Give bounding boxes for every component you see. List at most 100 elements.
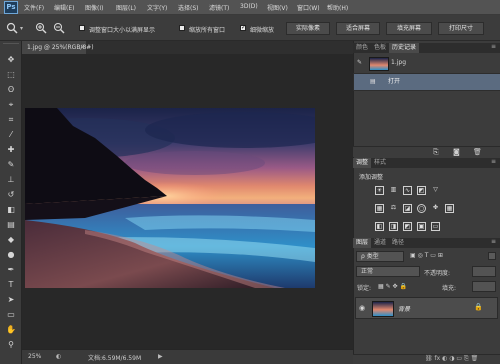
layer-filter-toggle[interactable] xyxy=(488,252,496,260)
resize-windows-checkbox[interactable] xyxy=(79,25,85,31)
fit-screen-button[interactable]: 适合屏幕 xyxy=(336,22,380,35)
black-white-icon[interactable]: ◪ xyxy=(403,204,412,213)
delete-state-icon[interactable]: 🗑 xyxy=(473,148,482,156)
tab-swatches[interactable]: 色板 xyxy=(371,43,389,53)
levels-icon[interactable]: ▥ xyxy=(389,186,398,195)
history-brush-tool-icon[interactable]: ↺ xyxy=(4,190,18,199)
layer-row-background[interactable]: ◉ 背景 🔒 xyxy=(355,297,498,319)
channel-mixer-icon[interactable]: ✤ xyxy=(431,204,440,213)
crop-tool-icon[interactable]: ⌗ xyxy=(4,115,18,124)
color-lookup-icon[interactable]: ▦ xyxy=(445,204,454,213)
move-tool-icon[interactable]: ✥ xyxy=(4,55,18,64)
dodge-tool-icon[interactable]: ● xyxy=(4,250,18,259)
document-tab[interactable]: 1.jpg @ 25%(RGB/8#) × xyxy=(22,41,94,54)
exposure-icon[interactable]: ◩ xyxy=(417,186,426,195)
opacity-field[interactable] xyxy=(472,266,496,277)
new-snapshot-icon[interactable]: ◙ xyxy=(453,148,460,156)
hand-tool-icon[interactable]: ✋ xyxy=(4,325,18,334)
color-balance-icon[interactable]: ⚖ xyxy=(389,204,398,213)
history-snapshot-row[interactable]: ✎ 1.jpg xyxy=(353,55,500,71)
brightness-contrast-icon[interactable]: ☀ xyxy=(375,186,384,195)
document-image[interactable] xyxy=(25,108,315,288)
layer-name[interactable]: 背景 xyxy=(398,304,410,313)
path-selection-tool-icon[interactable]: ➤ xyxy=(4,295,18,304)
tool-preset-chevron-icon[interactable]: ▾ xyxy=(20,25,23,32)
pen-tool-icon[interactable]: ✒ xyxy=(4,265,18,274)
tab-paths[interactable]: 路径 xyxy=(389,238,407,248)
actual-pixels-button[interactable]: 实际像素 xyxy=(286,22,330,35)
invert-icon[interactable]: ◧ xyxy=(375,222,384,231)
layer-visibility-eye-icon[interactable]: ◉ xyxy=(359,304,365,312)
tab-layers[interactable]: 图层 xyxy=(353,238,372,248)
marquee-tool-icon[interactable]: ⬚ xyxy=(4,70,18,79)
options-bar: ▾ 调整窗口大小以满屏显示 缩放所有窗口 ✓ 细微缩放 实际像素 适合屏幕 填充… xyxy=(0,15,500,41)
zoom-out-icon[interactable] xyxy=(53,22,65,34)
quick-select-tool-icon[interactable]: ⌖ xyxy=(4,100,18,109)
blend-mode-select[interactable]: 正常 xyxy=(356,266,420,277)
tab-styles[interactable]: 样式 xyxy=(371,158,389,168)
gradient-map-icon[interactable]: ▭ xyxy=(431,222,440,231)
photo-filter-icon[interactable]: ○ xyxy=(417,204,426,213)
eraser-tool-icon[interactable]: ◧ xyxy=(4,205,18,214)
close-document-icon[interactable]: × xyxy=(80,41,85,54)
selective-color-icon[interactable]: ▣ xyxy=(417,222,426,231)
new-document-from-state-icon[interactable]: ⎘ xyxy=(433,148,439,157)
zoom-all-windows-checkbox[interactable] xyxy=(179,25,185,31)
status-info-icon[interactable]: ◐ xyxy=(56,353,61,360)
snapshot-name: 1.jpg xyxy=(391,59,407,66)
menu-edit[interactable]: 编辑(E) xyxy=(54,3,74,12)
menu-help[interactable]: 帮助(H) xyxy=(327,3,348,12)
eyedropper-tool-icon[interactable]: ⁄ xyxy=(4,130,18,139)
healing-brush-tool-icon[interactable]: ✚ xyxy=(4,145,18,154)
zoom-level[interactable]: 25% xyxy=(28,353,41,360)
curves-icon[interactable]: ∿ xyxy=(403,186,412,195)
tab-channels[interactable]: 通道 xyxy=(371,238,389,248)
type-tool-icon[interactable]: T xyxy=(4,280,18,289)
history-step-open[interactable]: ▤ 打开 xyxy=(353,73,500,91)
gradient-tool-icon[interactable]: ▤ xyxy=(4,220,18,229)
tab-color[interactable]: 颜色 xyxy=(353,43,371,53)
fill-screen-button[interactable]: 填充屏幕 xyxy=(386,22,432,35)
layer-filter-kind-select[interactable]: ρ 类型 xyxy=(356,251,404,262)
lock-icons[interactable]: ▦ ✎ ✥ 🔒 xyxy=(378,283,407,290)
hue-saturation-icon[interactable]: ▦ xyxy=(375,204,384,213)
menu-type[interactable]: 文字(Y) xyxy=(147,3,167,12)
layers-footer-icons[interactable]: ⛓ fx ◐ ◑ ▭ ⎘ 🗑 xyxy=(425,355,478,363)
zoom-tool-sidebar-icon[interactable]: ⚲ xyxy=(4,340,18,349)
clone-stamp-tool-icon[interactable]: ⊥ xyxy=(4,175,18,184)
menu-filter[interactable]: 滤镜(T) xyxy=(209,3,229,12)
menu-window[interactable]: 窗口(W) xyxy=(297,3,320,12)
adjustments-title: 添加调整 xyxy=(359,174,384,181)
photoshop-logo: Ps xyxy=(4,1,18,14)
menu-file[interactable]: 文件(F) xyxy=(24,3,44,12)
layer-filter-icons[interactable]: ▣ ◎ T ▭ ⊞ xyxy=(410,252,443,259)
lasso-tool-icon[interactable]: ʘ xyxy=(4,85,18,94)
zoom-tool-icon[interactable] xyxy=(6,22,19,34)
toolbar-grip[interactable] xyxy=(3,43,19,46)
lock-label: 锁定: xyxy=(357,285,372,292)
scrubby-zoom-checkbox[interactable]: ✓ xyxy=(240,25,246,31)
layers-panel-tabs: 图层 通道 路径 ≡ xyxy=(353,238,500,248)
brush-tool-icon[interactable]: ✎ xyxy=(4,160,18,169)
threshold-icon[interactable]: ◩ xyxy=(403,222,412,231)
status-menu-arrow-icon[interactable]: ▶ xyxy=(158,353,163,360)
adjustments-menu-icon[interactable]: ≡ xyxy=(491,158,496,165)
menu-view[interactable]: 视图(V) xyxy=(267,3,288,12)
print-size-button[interactable]: 打印尺寸 xyxy=(438,22,484,35)
posterize-icon[interactable]: ◨ xyxy=(389,222,398,231)
panel-menu-icon[interactable]: ≡ xyxy=(491,43,496,50)
menu-layer[interactable]: 图层(L) xyxy=(116,3,136,12)
rectangle-tool-icon[interactable]: ▭ xyxy=(4,310,18,319)
vibrance-icon[interactable]: ▽ xyxy=(431,186,440,195)
zoom-in-icon[interactable] xyxy=(35,22,47,34)
menu-3d[interactable]: 3D(D) xyxy=(240,3,258,10)
fill-field[interactable] xyxy=(472,281,496,292)
layer-thumbnail xyxy=(372,301,394,317)
layers-menu-icon[interactable]: ≡ xyxy=(491,238,496,245)
layer-lock-icon: 🔒 xyxy=(474,303,483,311)
blur-tool-icon[interactable]: ◆ xyxy=(4,235,18,244)
tab-history[interactable]: 历史记录 xyxy=(389,43,420,53)
tab-adjustments[interactable]: 调整 xyxy=(353,158,372,168)
menu-image[interactable]: 图像(I) xyxy=(85,3,103,12)
menu-select[interactable]: 选择(S) xyxy=(178,3,199,12)
